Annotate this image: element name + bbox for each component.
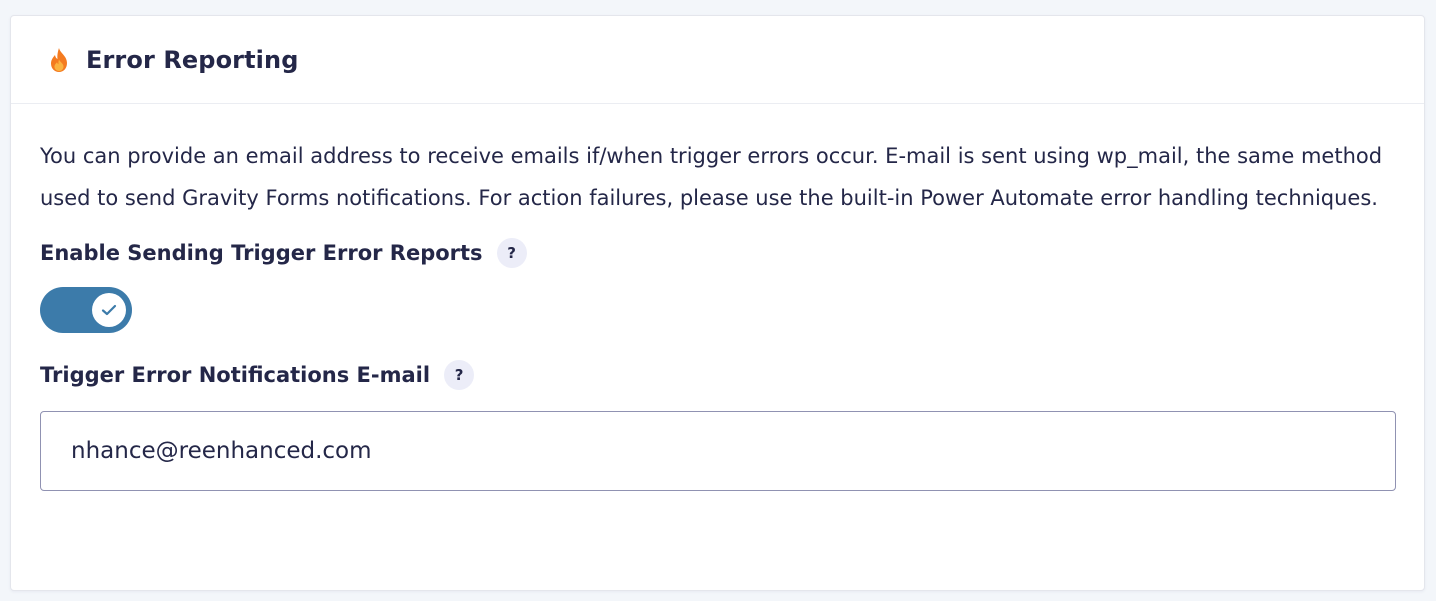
checkmark-icon (101, 304, 117, 316)
error-reporting-panel: Error Reporting You can provide an email… (10, 15, 1425, 591)
enable-reports-label: Enable Sending Trigger Error Reports (40, 241, 483, 265)
notification-email-input[interactable]: nhance@reenhanced.com (40, 411, 1396, 491)
help-icon[interactable]: ? (444, 360, 475, 390)
help-icon[interactable]: ? (496, 238, 527, 268)
enable-reports-toggle[interactable] (40, 287, 132, 333)
panel-description: You can provide an email address to rece… (40, 144, 1383, 210)
panel-title: Error Reporting (86, 45, 299, 74)
email-value: nhance@reenhanced.com (71, 438, 372, 464)
flame-icon (48, 47, 70, 73)
toggle-knob (92, 293, 126, 327)
notification-email-label: Trigger Error Notifications E-mail (40, 363, 431, 387)
notification-email-label-row: Trigger Error Notifications E-mail ? (40, 360, 1395, 390)
enable-reports-label-row: Enable Sending Trigger Error Reports ? (40, 238, 1395, 268)
panel-header: Error Reporting (11, 16, 1424, 104)
panel-body: You can provide an email address to rece… (11, 136, 1424, 491)
